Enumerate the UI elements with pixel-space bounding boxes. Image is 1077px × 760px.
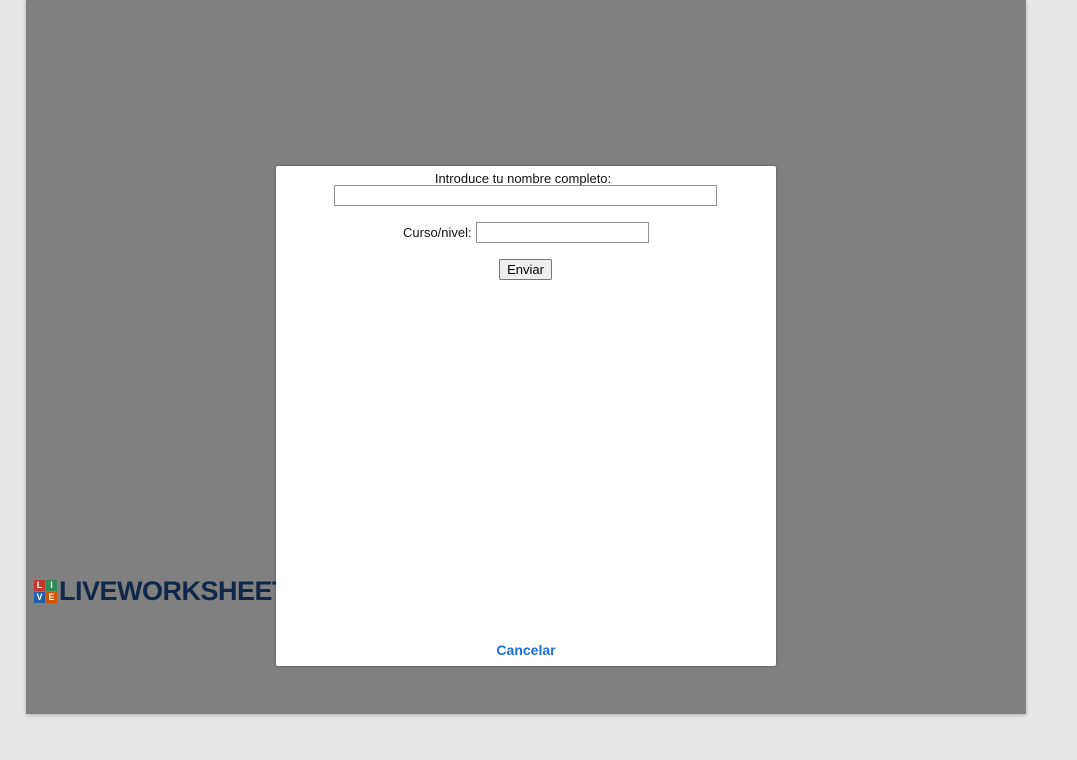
logo-square: E [46,591,57,603]
course-row: Curso/nivel: [403,222,649,243]
logo-mark-icon: L I V E [34,579,57,603]
logo-square: I [46,579,57,591]
logo-square: V [34,591,45,603]
full-name-input[interactable] [334,185,717,206]
student-info-dialog: Introduce tu nombre completo: Curso/nive… [276,166,776,666]
course-input[interactable] [475,222,649,243]
logo-wordmark: LIVEWORKSHEET [59,575,289,606]
course-label: Curso/nivel: [403,225,472,240]
liveworksheets-logo: L I V E LIVEWORKSHEET [34,575,289,606]
cancel-link[interactable]: Cancelar [276,642,776,658]
logo-square: L [34,579,45,591]
send-button[interactable]: Enviar [499,259,552,280]
full-name-label: Introduce tu nombre completo: [434,171,612,186]
